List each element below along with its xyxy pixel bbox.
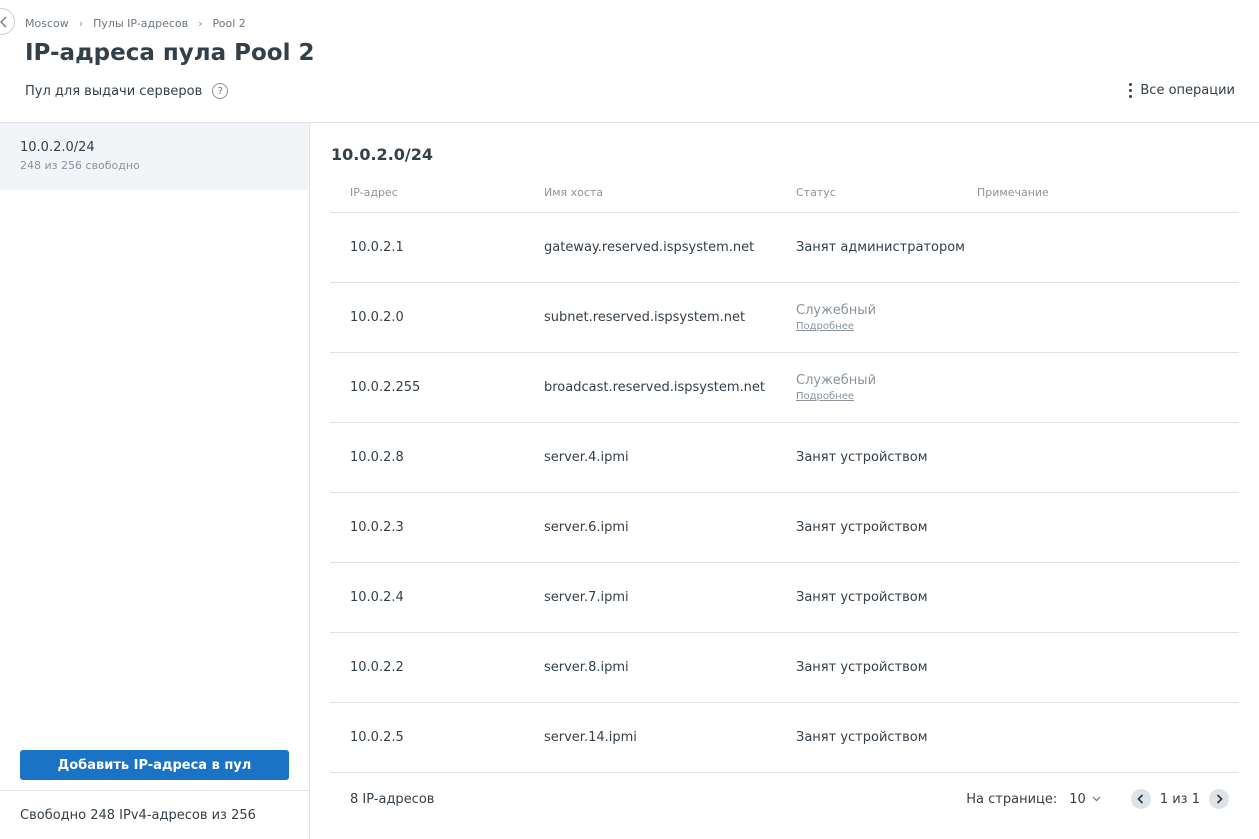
table-footer: 8 IP-адресов На странице: 10 1 из 1 (330, 775, 1239, 823)
cell-status: Занят устройством (796, 660, 928, 675)
help-icon[interactable]: ? (212, 83, 229, 99)
subnet-free-count: 248 из 256 свободно (20, 159, 140, 172)
table-row[interactable]: 10.0.2.4 server.7.ipmi Занят устройством (330, 563, 1239, 633)
cell-ip: 10.0.2.255 (350, 380, 421, 395)
cell-ip: 10.0.2.5 (350, 730, 404, 745)
breadcrumb-current-pool: Pool 2 (212, 16, 246, 30)
cell-status: Занят устройством (796, 450, 928, 465)
back-button[interactable] (0, 8, 15, 35)
cell-hostname: subnet.reserved.ispsystem.net (544, 310, 746, 325)
pagination: На странице: 10 1 из 1 (966, 789, 1239, 809)
cell-hostname: server.8.ipmi (544, 660, 629, 675)
details-link[interactable]: Подробнее (796, 391, 977, 402)
cell-hostname: server.14.ipmi (544, 730, 637, 745)
sidebar-divider (0, 790, 309, 791)
cell-hostname: server.4.ipmi (544, 450, 629, 465)
chevron-down-icon (1092, 796, 1101, 802)
cell-status: Занят администратором (796, 240, 965, 255)
table-row[interactable]: 10.0.2.2 server.8.ipmi Занят устройством (330, 633, 1239, 703)
page-info: 1 из 1 (1159, 791, 1200, 807)
more-vertical-icon (1129, 83, 1133, 98)
cell-status: Служебный Подробнее (796, 303, 977, 332)
pool-description: Пул для выдачи серверов ? (25, 83, 229, 99)
sidebar: 10.0.2.0/24 248 из 256 свободно Добавить… (0, 123, 310, 839)
prev-page-button[interactable] (1130, 789, 1151, 809)
cell-ip: 10.0.2.0 (350, 310, 404, 325)
chevron-right-icon (1216, 794, 1223, 804)
back-arrow-icon (0, 16, 7, 27)
cell-ip: 10.0.2.3 (350, 520, 404, 535)
cell-hostname: server.7.ipmi (544, 590, 629, 605)
all-operations-label: Все операции (1140, 83, 1235, 98)
column-header-ip[interactable]: IP-адрес (330, 186, 544, 199)
subnet-name: 10.0.2.0/24 (20, 140, 95, 155)
cell-status: Служебный Подробнее (796, 373, 977, 402)
cell-hostname: gateway.reserved.ispsystem.net (544, 240, 755, 255)
pool-description-text: Пул для выдачи серверов (25, 83, 203, 99)
table-row[interactable]: 10.0.2.8 server.4.ipmi Занят устройством (330, 423, 1239, 493)
breadcrumb: Moscow › Пулы IP-адресов › Pool 2 (25, 15, 246, 31)
per-page-value: 10 (1069, 791, 1086, 807)
chevron-left-icon (1137, 794, 1144, 804)
all-operations-button[interactable]: Все операции (1129, 83, 1235, 98)
column-header-status[interactable]: Статус (796, 186, 977, 199)
column-header-hostname[interactable]: Имя хоста (544, 186, 796, 199)
cell-status: Занят устройством (796, 590, 928, 605)
per-page-label: На странице: (966, 791, 1058, 807)
status-text: Служебный (796, 373, 877, 388)
cell-status: Занят устройством (796, 520, 928, 535)
table-row[interactable]: 10.0.2.5 server.14.ipmi Занят устройство… (330, 703, 1239, 773)
page-title: IP-адреса пула Pool 2 (25, 40, 315, 66)
table-row[interactable]: 10.0.2.0 subnet.reserved.ispsystem.net С… (330, 283, 1239, 353)
section-title: 10.0.2.0/24 (331, 145, 434, 164)
table-row[interactable]: 10.0.2.3 server.6.ipmi Занят устройством (330, 493, 1239, 563)
main-panel: 10.0.2.0/24 IP-адрес Имя хоста Статус Пр… (310, 123, 1259, 839)
next-page-button[interactable] (1209, 789, 1229, 809)
status-text: Служебный (796, 303, 877, 318)
ip-count: 8 IP-адресов (350, 791, 435, 807)
per-page-select[interactable]: 10 (1069, 792, 1101, 807)
details-link[interactable]: Подробнее (796, 321, 977, 332)
breadcrumb-separator-icon: › (198, 16, 203, 30)
free-addresses-summary: Свободно 248 IPv4-адресов из 256 (20, 808, 256, 823)
cell-ip: 10.0.2.4 (350, 590, 404, 605)
sidebar-subnet-item[interactable]: 10.0.2.0/24 248 из 256 свободно (0, 123, 309, 190)
table-header: IP-адрес Имя хоста Статус Примечание (330, 173, 1239, 213)
table-row[interactable]: 10.0.2.1 gateway.reserved.ispsystem.net … (330, 213, 1239, 283)
breadcrumb-location[interactable]: Moscow (25, 17, 69, 30)
cell-ip: 10.0.2.1 (350, 240, 404, 255)
cell-ip: 10.0.2.8 (350, 450, 404, 465)
cell-hostname: broadcast.reserved.ispsystem.net (544, 380, 765, 395)
cell-ip: 10.0.2.2 (350, 660, 404, 675)
column-header-note[interactable]: Примечание (977, 186, 1239, 199)
add-ip-addresses-button[interactable]: Добавить IP-адреса в пул (20, 750, 289, 780)
table-row[interactable]: 10.0.2.255 broadcast.reserved.ispsystem.… (330, 353, 1239, 423)
cell-status: Занят устройством (796, 730, 928, 745)
breadcrumb-separator-icon: › (78, 16, 84, 30)
cell-hostname: server.6.ipmi (544, 520, 629, 535)
breadcrumb-ip-pools[interactable]: Пулы IP-адресов (93, 17, 188, 30)
ip-table: IP-адрес Имя хоста Статус Примечание 10.… (330, 173, 1239, 773)
